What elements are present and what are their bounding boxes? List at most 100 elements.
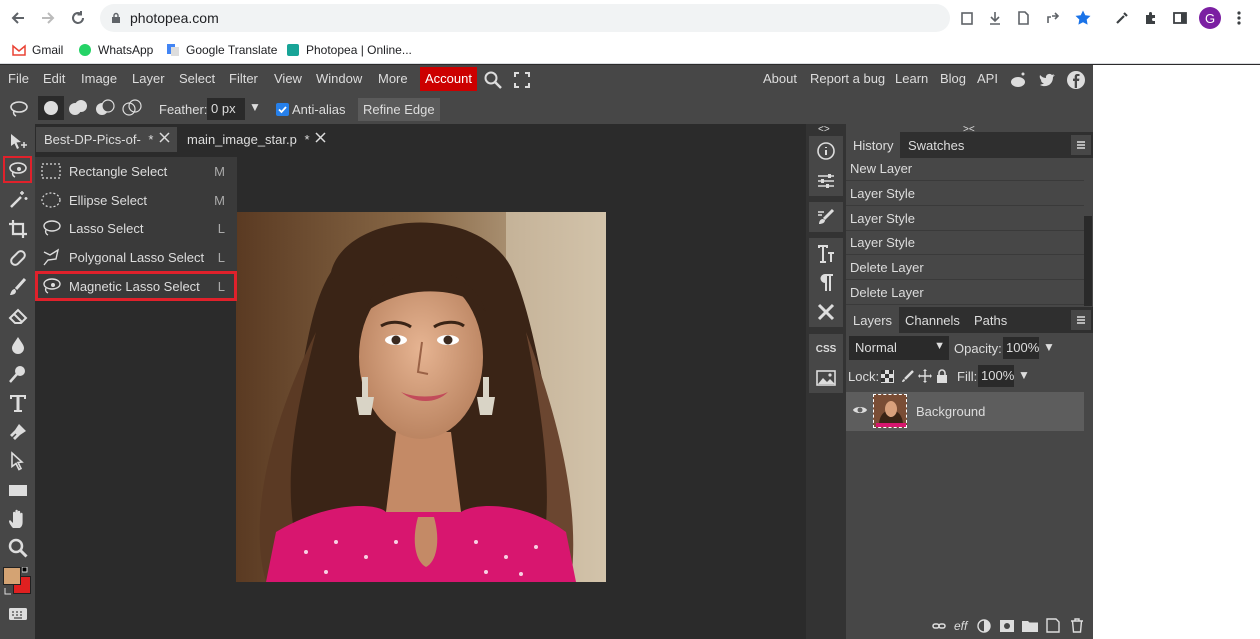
bookmark-whatsapp[interactable]: WhatsApp (78, 40, 153, 60)
swap-colors-icon[interactable] (4, 587, 12, 595)
refine-edge-button[interactable]: Refine Edge (358, 98, 440, 121)
puzzle-icon[interactable] (1141, 8, 1161, 28)
history-item[interactable]: Delete Layer (846, 281, 1084, 305)
eyedropper-ext-icon[interactable] (1112, 8, 1132, 28)
lasso-tool-button[interactable] (3, 156, 32, 183)
new-group-icon[interactable] (1022, 619, 1038, 632)
page-icon[interactable] (1013, 8, 1033, 28)
menu-more[interactable]: More (378, 71, 408, 86)
info-icon[interactable] (809, 136, 843, 166)
move-tool-icon[interactable] (3, 128, 32, 155)
pen-tool-icon[interactable] (3, 418, 32, 445)
eraser-tool-icon[interactable] (3, 302, 32, 329)
layer-effects-icon[interactable]: eff (954, 619, 967, 633)
opacity-dropdown-icon[interactable]: ▼ (1043, 340, 1055, 354)
menu-image[interactable]: Image (81, 71, 117, 86)
history-item[interactable]: Layer Style (846, 231, 1084, 255)
link-learn[interactable]: Learn (895, 71, 928, 86)
visibility-eye-icon[interactable] (852, 404, 868, 416)
lock-transparency-icon[interactable] (881, 370, 894, 383)
menu-layer[interactable]: Layer (132, 71, 165, 86)
layer-mask-icon[interactable] (1000, 620, 1014, 632)
sidepanel-icon[interactable] (1170, 8, 1190, 28)
mode-subtract-selection-icon[interactable] (92, 96, 118, 120)
link-layers-icon[interactable] (932, 620, 946, 632)
doc-tab-active[interactable]: Best-DP-Pics-of- * (36, 127, 177, 152)
character-icon[interactable] (809, 238, 843, 268)
hand-tool-icon[interactable] (3, 505, 32, 532)
reload-icon[interactable] (66, 6, 90, 30)
blend-mode-select[interactable]: Normal ▼ (849, 336, 949, 360)
close-tab-icon[interactable] (159, 132, 170, 143)
rectangle-select-option[interactable]: Rectangle Select M (35, 157, 237, 185)
default-colors-icon[interactable] (22, 567, 30, 575)
mode-add-selection-icon[interactable] (65, 96, 91, 120)
polygonal-lasso-option[interactable]: Polygonal Lasso Select L (35, 243, 237, 271)
feather-dropdown-icon[interactable]: ▼ (249, 100, 261, 114)
menu-view[interactable]: View (274, 71, 302, 86)
tab-channels[interactable]: Channels (898, 307, 967, 333)
profile-avatar[interactable]: G (1199, 7, 1221, 29)
link-about[interactable]: About (763, 71, 797, 86)
share-page-icon[interactable] (1043, 8, 1063, 28)
antialias-checkbox[interactable] (276, 103, 289, 116)
ellipse-select-option[interactable]: Ellipse Select M (35, 186, 237, 214)
rectangle-shape-icon[interactable] (3, 476, 32, 503)
account-button[interactable]: Account (420, 67, 477, 91)
paragraph-icon[interactable] (809, 267, 843, 297)
adjustments-icon[interactable] (809, 166, 843, 196)
search-icon[interactable] (483, 70, 503, 90)
brush-settings-icon[interactable] (809, 202, 843, 232)
tab-layers[interactable]: Layers (846, 307, 900, 333)
history-item[interactable]: Layer Style (846, 207, 1084, 231)
mode-new-selection-icon[interactable] (38, 96, 64, 120)
doc-tab[interactable]: main_image_star.p * (179, 127, 324, 152)
lock-all-icon[interactable] (936, 369, 948, 383)
fill-dropdown-icon[interactable]: ▼ (1018, 368, 1030, 382)
type-tool-icon[interactable] (3, 389, 32, 416)
history-scrollbar[interactable] (1084, 216, 1092, 306)
magnetic-lasso-option[interactable]: Magnetic Lasso Select L (35, 271, 237, 301)
download-icon[interactable] (985, 8, 1005, 28)
link-blog[interactable]: Blog (940, 71, 966, 86)
close-tab-icon[interactable] (315, 132, 326, 143)
twitter-icon[interactable] (1038, 70, 1058, 90)
tab-paths[interactable]: Paths (967, 307, 1014, 333)
tab-history[interactable]: History (846, 132, 901, 158)
magic-wand-icon[interactable] (3, 186, 32, 213)
history-item[interactable]: Layer Style (846, 182, 1084, 206)
facebook-icon[interactable] (1066, 70, 1086, 90)
forward-icon[interactable] (36, 6, 60, 30)
zoom-tool-icon[interactable] (3, 534, 32, 561)
history-item[interactable]: Delete Layer (846, 256, 1084, 280)
brush-tool-icon[interactable] (3, 273, 32, 300)
menu-window[interactable]: Window (316, 71, 362, 86)
dodge-tool-icon[interactable] (3, 360, 32, 387)
foreground-color-swatch[interactable] (3, 567, 21, 585)
opacity-input[interactable]: 100% (1003, 337, 1039, 359)
tools-settings-icon[interactable] (809, 297, 843, 327)
css-icon[interactable]: CSS (809, 334, 843, 364)
blur-tool-icon[interactable] (3, 331, 32, 358)
bookmark-google-translate[interactable]: Google Translate (166, 40, 277, 60)
lock-position-icon[interactable] (918, 369, 932, 383)
adjustment-layer-icon[interactable] (977, 619, 991, 633)
fill-input[interactable]: 100% (978, 365, 1014, 387)
lasso-select-option[interactable]: Lasso Select L (35, 214, 237, 242)
bookmark-photopea[interactable]: Photopea | Online... (286, 40, 412, 60)
address-bar[interactable]: photopea.com (100, 4, 950, 32)
layer-row-background[interactable]: Background (846, 392, 1084, 431)
delete-layer-icon[interactable] (1070, 618, 1084, 633)
tab-swatches[interactable]: Swatches (901, 132, 971, 158)
history-item[interactable]: New Layer (846, 157, 1084, 181)
feather-input[interactable]: 0 px (207, 98, 245, 120)
menu-file[interactable]: File (8, 71, 29, 86)
keyboard-icon[interactable] (3, 600, 32, 627)
lock-pixels-icon[interactable] (901, 369, 915, 383)
menu-select[interactable]: Select (179, 71, 215, 86)
link-api[interactable]: API (977, 71, 998, 86)
bookmark-gmail[interactable]: Gmail (12, 40, 63, 60)
panel-menu-icon[interactable] (1071, 310, 1091, 330)
canvas-image[interactable] (236, 212, 606, 582)
fullscreen-icon[interactable] (513, 71, 531, 89)
